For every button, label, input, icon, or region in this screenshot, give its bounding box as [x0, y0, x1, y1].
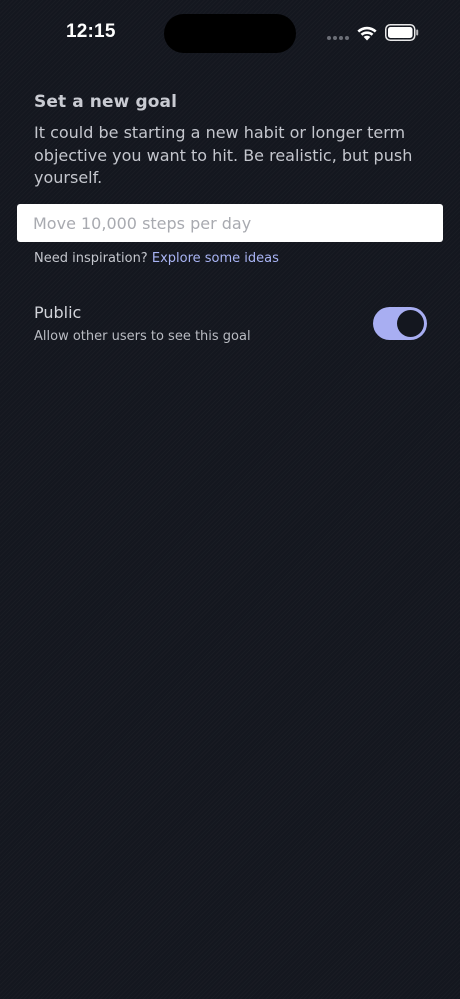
goal-description: It could be starting a new habit or long… [34, 123, 413, 187]
inspiration-row: Need inspiration? Explore some ideas [34, 251, 279, 266]
battery-icon [385, 24, 419, 41]
public-label: Public [34, 303, 82, 322]
wifi-icon [357, 26, 377, 41]
public-toggle[interactable] [373, 307, 427, 340]
goal-intro: Set a new goal It could be starting a ne… [34, 92, 426, 190]
public-description: Allow other users to see this goal [34, 329, 251, 344]
status-time: 12:15 [66, 21, 116, 42]
inspiration-prefix: Need inspiration? [34, 251, 148, 266]
dynamic-island [164, 14, 296, 53]
toggle-knob [397, 310, 424, 337]
goal-input[interactable] [17, 204, 443, 242]
explore-ideas-link[interactable]: Explore some ideas [152, 251, 279, 266]
status-bar: 12:15 [0, 0, 460, 62]
page-title: Set a new goal [34, 92, 178, 112]
cellular-signal-icon [327, 36, 349, 40]
